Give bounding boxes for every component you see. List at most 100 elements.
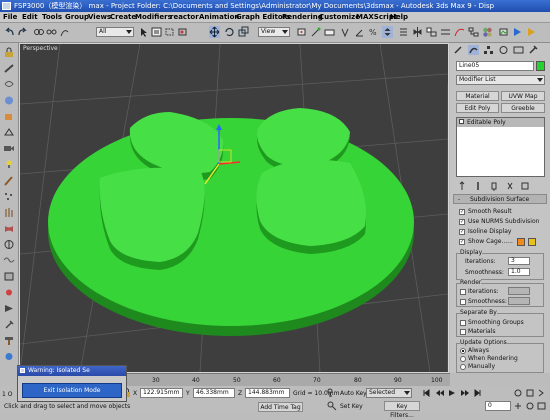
undo-icon[interactable] (4, 26, 15, 38)
display-iterations-spinner[interactable]: 3 (508, 257, 530, 265)
menu-file[interactable]: File (3, 13, 17, 21)
align-icon[interactable] (426, 26, 437, 38)
shape-tool-icon[interactable] (3, 127, 15, 138)
utilities-tab-icon[interactable] (528, 45, 539, 55)
key-set-dropdown[interactable]: Selected (366, 388, 412, 398)
rendered-frame-window-icon[interactable] (512, 26, 523, 38)
brush-tool-icon[interactable] (3, 175, 15, 186)
hammer-tool-icon[interactable] (3, 335, 15, 346)
isoline-display-checkbox[interactable]: ✓ (459, 229, 465, 235)
dynamics-tool-icon[interactable] (3, 239, 15, 250)
particle-tool-icon[interactable] (3, 191, 15, 202)
cage-selection-color-swatch[interactable] (528, 238, 536, 246)
hierarchy-tab-icon[interactable] (483, 45, 494, 55)
cloth-tool-icon[interactable] (3, 223, 15, 234)
render-iterations-checkbox[interactable] (460, 289, 466, 295)
display-smoothness-spinner[interactable]: 1.0 (508, 268, 530, 276)
select-and-manipulate-icon[interactable] (310, 26, 321, 38)
reactor-tool-icon[interactable] (3, 287, 15, 298)
angle-snap-icon[interactable] (354, 26, 365, 38)
uvw-map-button[interactable]: UVW Map (501, 91, 545, 101)
subdivision-rollout-header[interactable]: - Subdivision Surface (453, 194, 547, 204)
fx-tool-icon[interactable] (3, 351, 15, 362)
menu-views[interactable]: Views (88, 13, 111, 21)
system-tool-icon[interactable] (3, 271, 15, 282)
reference-coordinate-dropdown[interactable]: View (258, 27, 290, 37)
quick-render-icon[interactable] (526, 26, 537, 38)
green-disk-model[interactable] (48, 108, 414, 336)
key-mode-icon[interactable] (327, 388, 335, 398)
spacewarp-tool-icon[interactable] (3, 255, 15, 266)
light-tool-icon[interactable] (3, 159, 15, 170)
menu-rendering[interactable]: Rendering (282, 13, 323, 21)
bind-space-warp-icon[interactable] (59, 26, 70, 38)
menu-edit[interactable]: Edit (22, 13, 38, 21)
sphere-tool-icon[interactable] (3, 95, 15, 106)
menu-group[interactable]: Group (65, 13, 89, 21)
smooth-result-checkbox[interactable]: ✓ (459, 209, 465, 215)
menu-help[interactable]: Help (390, 13, 408, 21)
modifier-list-dropdown[interactable]: Modifier List (456, 75, 545, 85)
bone-tool-icon[interactable] (3, 63, 15, 74)
render-iterations-spinner[interactable] (508, 287, 530, 295)
schematic-view-icon[interactable] (468, 26, 479, 38)
helix-tool-icon[interactable] (3, 79, 15, 90)
modify-tab-icon[interactable] (468, 45, 479, 55)
material-button[interactable]: Material (456, 91, 499, 101)
window-crossing-icon[interactable] (177, 26, 188, 38)
show-cage-checkbox[interactable]: ✓ (459, 239, 465, 245)
use-nurms-checkbox[interactable]: ✓ (459, 219, 465, 225)
z-coordinate-field[interactable]: 144.883mm (245, 388, 290, 398)
menu-create[interactable]: Create (110, 13, 136, 21)
camera-tool-icon[interactable] (3, 143, 15, 154)
selection-lock-icon[interactable] (3, 47, 15, 58)
current-frame-field[interactable]: 0 (485, 401, 511, 411)
menu-tools[interactable]: Tools (42, 13, 62, 21)
curve-editor-icon[interactable] (454, 26, 465, 38)
always-radio[interactable] (460, 348, 466, 354)
select-and-move-icon[interactable] (209, 26, 220, 38)
menu-customize[interactable]: Customize (319, 13, 360, 21)
greeble-button[interactable]: Greeble (501, 103, 545, 113)
menu-animation[interactable]: Animation (199, 13, 239, 21)
material-editor-icon[interactable] (482, 26, 493, 38)
select-and-scale-icon[interactable] (238, 26, 249, 38)
x-coordinate-field[interactable]: 122.915mm (140, 388, 183, 398)
named-selection-sets-icon[interactable] (398, 26, 409, 38)
stack-item[interactable]: Editable Poly (457, 118, 544, 127)
isolation-dialog-titlebar[interactable]: Warning: Isolated Se (18, 366, 126, 376)
select-and-link-icon[interactable] (33, 26, 44, 38)
selection-filter-dropdown[interactable]: All (96, 27, 134, 37)
menu-modifiers[interactable]: Modifiers (135, 13, 172, 21)
utility-tool-icon[interactable] (3, 319, 15, 330)
rectangular-selection-icon[interactable] (164, 26, 175, 38)
manually-radio[interactable] (460, 364, 466, 370)
object-name-field[interactable]: Line05 (456, 61, 534, 71)
render-tool-icon[interactable] (3, 303, 15, 314)
y-coordinate-field[interactable]: 46.338mm (193, 388, 235, 398)
select-by-name-icon[interactable] (151, 26, 162, 38)
exit-isolation-mode-button[interactable]: Exit Isolation Mode (22, 383, 122, 398)
object-color-swatch[interactable] (536, 61, 545, 71)
snaps-toggle-icon[interactable] (340, 26, 351, 38)
unlink-icon[interactable] (46, 26, 57, 38)
redo-icon[interactable] (17, 26, 28, 38)
box-tool-icon[interactable] (3, 111, 15, 122)
display-tab-icon[interactable] (513, 45, 524, 55)
modifier-stack[interactable]: Editable Poly (456, 117, 545, 177)
create-tab-icon[interactable] (453, 45, 464, 55)
materials-checkbox[interactable] (460, 329, 466, 335)
set-key-button[interactable]: Set Key (340, 403, 363, 410)
app-icon[interactable] (2, 2, 11, 10)
select-and-rotate-icon[interactable] (224, 26, 235, 38)
layer-manager-icon[interactable] (440, 26, 451, 38)
hair-tool-icon[interactable] (3, 207, 15, 218)
percent-snap-icon[interactable]: % (368, 26, 379, 38)
when-rendering-radio[interactable] (460, 356, 466, 362)
render-smoothness-checkbox[interactable] (460, 299, 466, 305)
smoothing-groups-checkbox[interactable] (460, 320, 466, 326)
add-time-tag-button[interactable]: Add Time Tag (258, 402, 303, 412)
set-key-icon[interactable] (327, 401, 337, 411)
auto-key-button[interactable]: Auto Key (340, 390, 367, 397)
key-filters-button[interactable]: Key Filters... (384, 401, 420, 419)
